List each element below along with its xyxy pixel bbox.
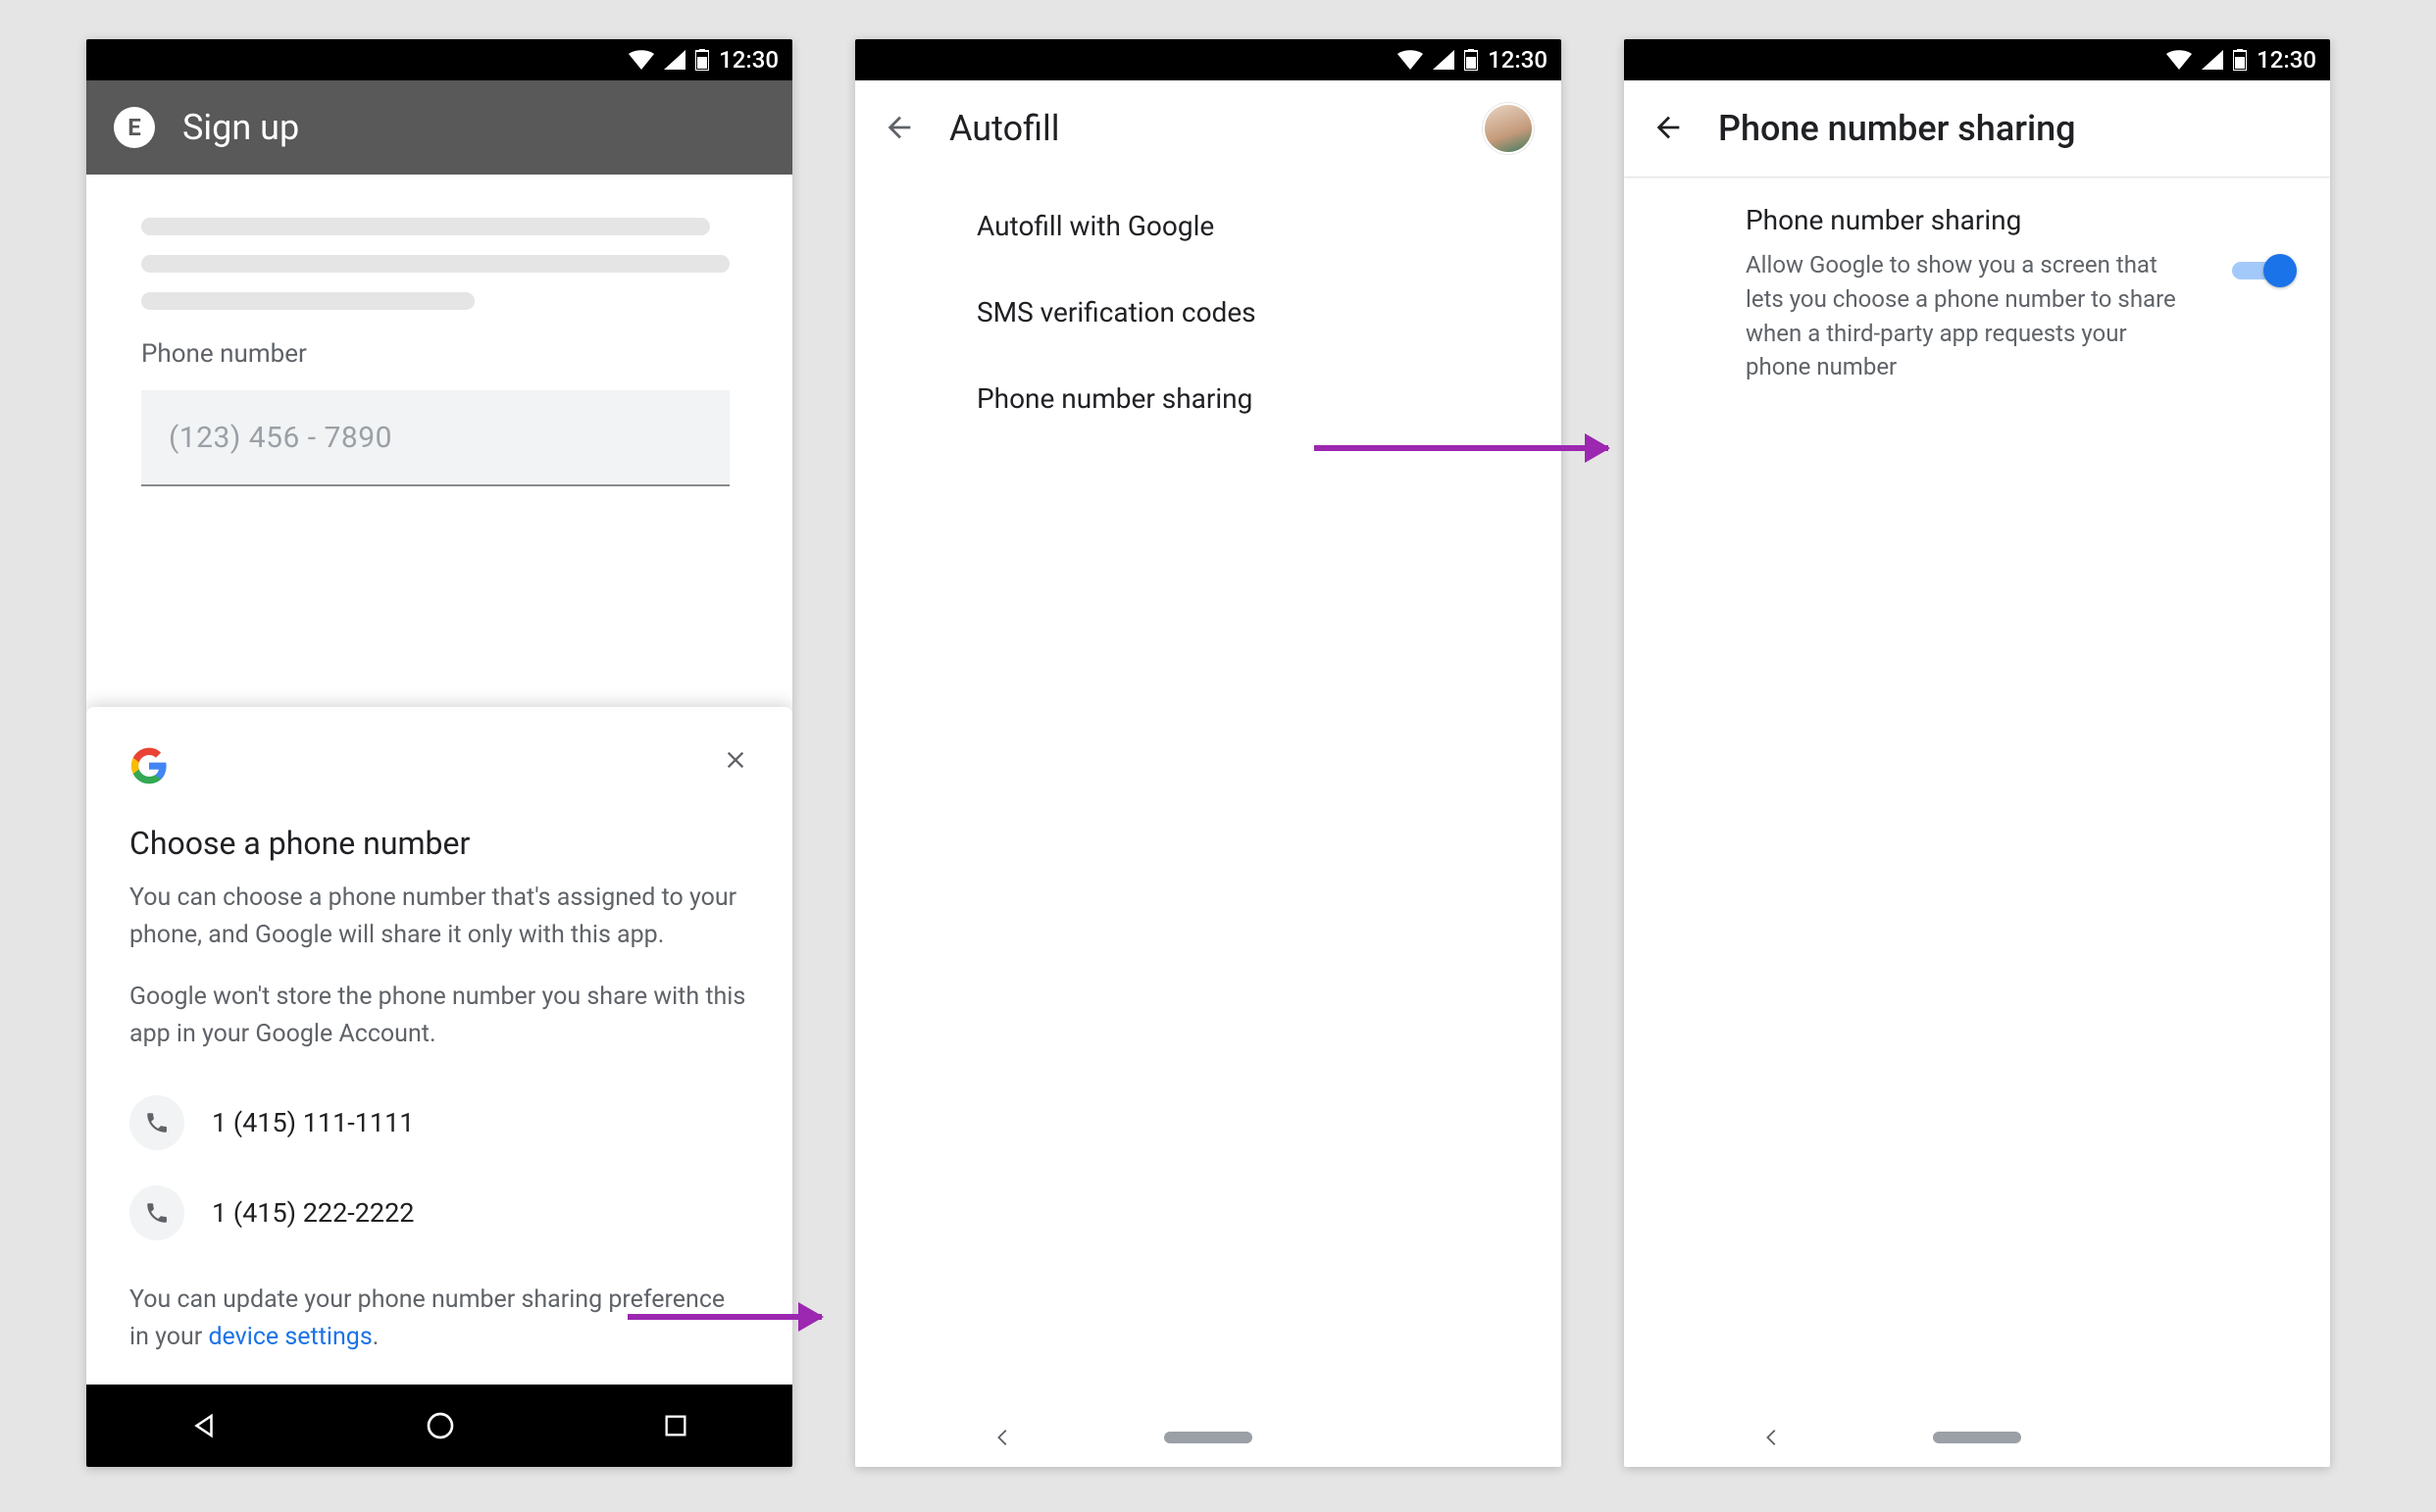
cell-signal-icon <box>2202 50 2223 70</box>
back-button[interactable] <box>883 111 916 147</box>
settings-item-sms-codes[interactable]: SMS verification codes <box>855 269 1561 355</box>
appbar: Autofill <box>855 80 1561 176</box>
sheet-paragraph: You can choose a phone number that's ass… <box>129 880 749 953</box>
flow-arrow-icon <box>1314 445 1608 451</box>
status-bar: 12:30 <box>1624 39 2330 80</box>
settings-item-label: Autofill with Google <box>977 210 1214 242</box>
phone-sharing-toggle-row[interactable]: Phone number sharing Allow Google to sho… <box>1624 176 2330 412</box>
settings-item-autofill-google[interactable]: Autofill with Google <box>855 182 1561 269</box>
app-logo: E <box>114 107 155 148</box>
wifi-icon <box>1397 50 1423 70</box>
cell-signal-icon <box>1433 50 1454 70</box>
settings-item-label: Phone number sharing <box>977 382 1252 415</box>
flow-arrow-icon <box>628 1314 822 1320</box>
gesture-bar <box>855 1408 1561 1467</box>
status-time: 12:30 <box>1488 46 1548 74</box>
phone-input[interactable] <box>141 390 730 486</box>
screen-phone-sharing-setting: 12:30 Phone number sharing Phone number … <box>1624 39 2330 1467</box>
phone-picker-sheet: Choose a phone number You can choose a p… <box>86 707 792 1385</box>
google-logo-icon <box>129 746 169 789</box>
signup-body: Phone number <box>86 175 792 486</box>
sheet-paragraph: Google won't store the phone number you … <box>129 979 749 1052</box>
footnote-suffix: . <box>373 1323 380 1351</box>
nav-recent-icon[interactable] <box>662 1412 689 1439</box>
appbar-title: Sign up <box>182 107 299 148</box>
settings-list: Autofill with Google SMS verification co… <box>855 176 1561 441</box>
account-avatar[interactable] <box>1483 103 1534 154</box>
battery-icon <box>695 49 709 71</box>
phone-icon <box>129 1095 184 1150</box>
nav-back-icon[interactable] <box>189 1411 219 1440</box>
gesture-bar <box>1624 1408 2330 1467</box>
status-time: 12:30 <box>719 46 779 74</box>
arrow-left-icon <box>1651 132 1685 147</box>
phone-option-number: 1 (415) 111-1111 <box>212 1107 414 1138</box>
gesture-pill[interactable] <box>1933 1432 2021 1443</box>
appbar: Phone number sharing <box>1624 80 2330 176</box>
phone-icon <box>129 1185 184 1240</box>
arrow-left-icon <box>883 132 916 147</box>
back-button[interactable] <box>1651 111 1685 147</box>
toggle-switch[interactable] <box>2232 251 2297 290</box>
device-settings-link[interactable]: device settings <box>208 1323 372 1351</box>
gesture-pill[interactable] <box>1164 1432 1252 1443</box>
wifi-icon <box>629 50 654 70</box>
status-bar: 12:30 <box>86 39 792 80</box>
setting-title: Phone number sharing <box>1746 204 2197 236</box>
settings-item-label: SMS verification codes <box>977 296 1256 328</box>
appbar-title: Phone number sharing <box>1718 108 2076 149</box>
status-bar: 12:30 <box>855 39 1561 80</box>
battery-icon <box>2233 49 2247 71</box>
setting-subtitle: Allow Google to show you a screen that l… <box>1746 248 2197 384</box>
gesture-back[interactable] <box>1761 1427 1783 1448</box>
skeleton-line <box>141 292 475 310</box>
screen-signup: 12:30 E Sign up Phone number <box>86 39 792 1467</box>
phone-option-number: 1 (415) 222-2222 <box>212 1197 414 1229</box>
phone-option[interactable]: 1 (415) 111-1111 <box>129 1078 749 1168</box>
nav-home-icon[interactable] <box>425 1410 456 1441</box>
skeleton-line <box>141 255 730 273</box>
status-time: 12:30 <box>2257 46 2316 74</box>
phone-field-label: Phone number <box>141 339 737 369</box>
settings-item-phone-sharing[interactable]: Phone number sharing <box>855 355 1561 441</box>
switch-thumb <box>2263 254 2297 287</box>
sheet-title: Choose a phone number <box>129 825 749 862</box>
appbar: E Sign up <box>86 80 792 175</box>
cell-signal-icon <box>664 50 685 70</box>
wifi-icon <box>2166 50 2192 70</box>
battery-icon <box>1464 49 1478 71</box>
skeleton-line <box>141 218 710 235</box>
nav-bar <box>86 1385 792 1467</box>
phone-option[interactable]: 1 (415) 222-2222 <box>129 1168 749 1258</box>
gesture-back[interactable] <box>992 1427 1014 1448</box>
screen-autofill-settings: 12:30 Autofill Autofill with Google SMS … <box>855 39 1561 1467</box>
close-button[interactable] <box>722 746 749 774</box>
appbar-title: Autofill <box>949 108 1060 149</box>
